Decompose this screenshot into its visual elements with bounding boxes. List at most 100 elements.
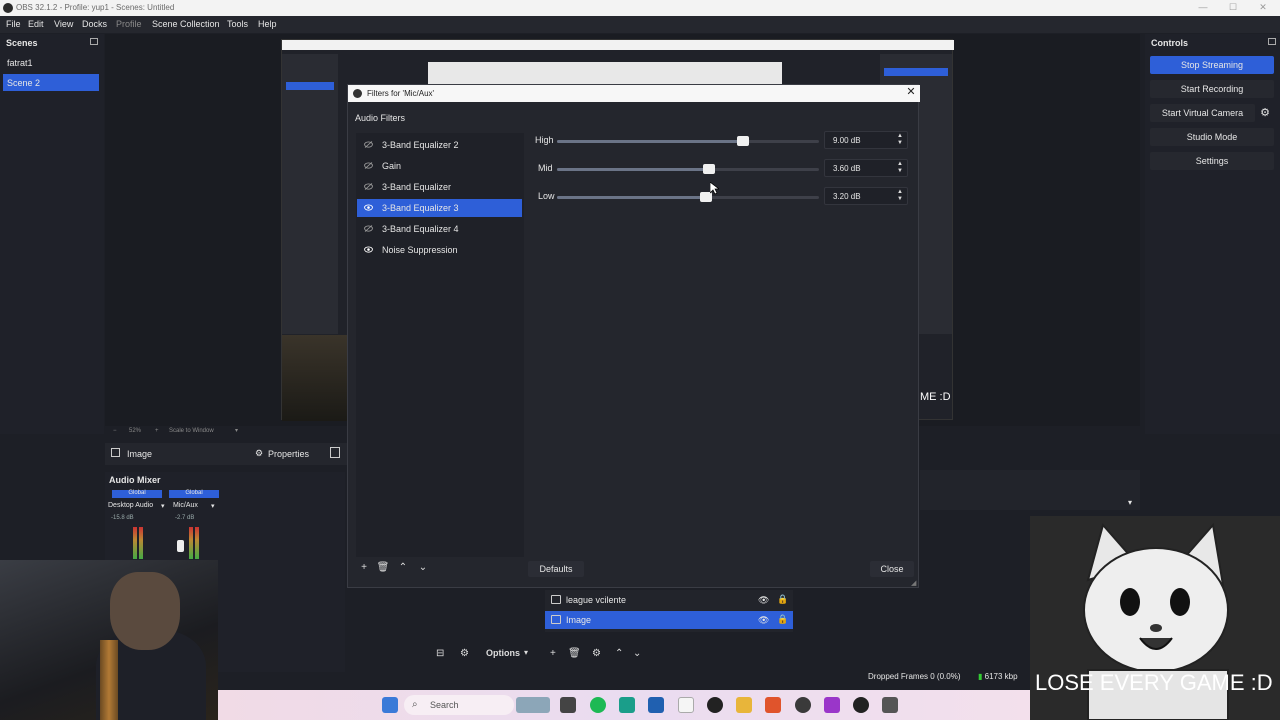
desktop-audio-label[interactable]: Desktop Audio bbox=[108, 502, 153, 509]
sources-toolbar: ⊟ ⚙ Options ▾ + 🗑 ⚙ ⌃ ⌄ bbox=[420, 645, 800, 663]
filter-item[interactable]: 3-Band Equalizer 4 bbox=[357, 220, 522, 238]
zoom-bar: − 52% + Scale to Window ▾ bbox=[105, 426, 345, 438]
windows-start-icon[interactable] bbox=[382, 697, 398, 713]
eye-icon[interactable] bbox=[364, 246, 373, 253]
eye-icon[interactable] bbox=[364, 204, 373, 211]
chevron-down-icon[interactable]: ▾ bbox=[524, 648, 528, 657]
spin-arrows-icon[interactable]: ▲ ▼ bbox=[896, 133, 904, 147]
webcam-can bbox=[100, 640, 118, 720]
scene-item[interactable]: fatrat1 bbox=[3, 54, 99, 71]
add-filter-icon[interactable]: + bbox=[356, 562, 372, 576]
properties-button[interactable]: Properties bbox=[268, 449, 309, 459]
defaults-button[interactable]: Defaults bbox=[528, 561, 584, 577]
filter-item-selected[interactable]: 3-Band Equalizer 3 bbox=[357, 199, 522, 217]
gear-icon[interactable]: ⚙ bbox=[460, 648, 469, 659]
filter-item[interactable]: 3-Band Equalizer bbox=[357, 178, 522, 196]
obs-taskbar-icon[interactable] bbox=[853, 697, 869, 713]
zoom-in-icon[interactable]: + bbox=[155, 428, 159, 434]
minimize-icon[interactable]: — bbox=[1188, 2, 1218, 14]
slider-thumb[interactable] bbox=[737, 136, 749, 146]
filter-item[interactable]: 3-Band Equalizer 2 bbox=[357, 136, 522, 154]
menu-scene-collection[interactable]: Scene Collection bbox=[152, 19, 220, 29]
mixer-tab-global[interactable]: Global bbox=[112, 490, 162, 498]
close-window-icon[interactable]: ✕ bbox=[1248, 2, 1278, 14]
low-slider-track[interactable] bbox=[557, 192, 819, 202]
brave-icon[interactable] bbox=[765, 697, 781, 713]
studio-mode-button[interactable]: Studio Mode bbox=[1150, 128, 1274, 146]
start-recording-button[interactable]: Start Recording bbox=[1150, 80, 1274, 98]
file-icon[interactable] bbox=[678, 697, 694, 713]
dock-float-icon[interactable] bbox=[90, 38, 98, 45]
move-down-icon[interactable]: ⌄ bbox=[415, 562, 431, 576]
settings-button[interactable]: Settings bbox=[1150, 152, 1274, 170]
chevron-down-icon[interactable]: ▾ bbox=[161, 502, 165, 510]
mid-slider-track[interactable] bbox=[557, 164, 819, 174]
start-virtual-camera-button[interactable]: Start Virtual Camera bbox=[1150, 104, 1255, 122]
virtual-camera-gear-icon[interactable]: ⚙ bbox=[1256, 106, 1274, 122]
filters-icon[interactable] bbox=[330, 447, 340, 458]
menu-tools[interactable]: Tools bbox=[227, 19, 248, 29]
task-view-icon[interactable] bbox=[560, 697, 576, 713]
visibility-eye-icon[interactable]: 👁 bbox=[758, 615, 769, 626]
options-button[interactable]: Options bbox=[486, 648, 520, 658]
app-icon[interactable] bbox=[795, 697, 811, 713]
chevron-down-icon[interactable]: ▾ bbox=[235, 427, 238, 434]
app-icon[interactable] bbox=[619, 697, 635, 713]
resize-grip-icon[interactable]: ◢ bbox=[911, 579, 916, 587]
mixer-tab-global[interactable]: Global bbox=[169, 490, 219, 498]
dock-float-icon[interactable] bbox=[1268, 38, 1276, 45]
hidden-eye-icon[interactable] bbox=[364, 225, 373, 232]
remove-filter-icon[interactable]: 🗑 bbox=[375, 562, 391, 576]
chevron-down-icon[interactable]: ▾ bbox=[1128, 498, 1132, 507]
menu-view[interactable]: View bbox=[54, 19, 73, 29]
menu-file[interactable]: File bbox=[6, 19, 21, 29]
hidden-eye-icon[interactable] bbox=[364, 183, 373, 190]
mic-aux-label[interactable]: Mic/Aux bbox=[173, 502, 198, 509]
zoom-out-icon[interactable]: − bbox=[113, 428, 117, 434]
low-db-input[interactable]: 3.20 dB ▲ ▼ bbox=[824, 187, 908, 205]
app-icon[interactable] bbox=[824, 697, 840, 713]
slider-fill bbox=[557, 140, 743, 143]
folder-icon[interactable] bbox=[736, 697, 752, 713]
menu-profile[interactable]: Profile bbox=[116, 19, 142, 29]
scene-item-selected[interactable]: Scene 2 bbox=[3, 74, 99, 91]
chevron-down-icon[interactable]: ▾ bbox=[211, 502, 215, 510]
high-db-input[interactable]: 9.00 dB ▲ ▼ bbox=[824, 131, 908, 149]
mid-db-input[interactable]: 3.60 dB ▲ ▼ bbox=[824, 159, 908, 177]
weather-widget-icon[interactable] bbox=[516, 697, 550, 713]
filter-item[interactable]: Gain bbox=[357, 157, 522, 175]
menu-help[interactable]: Help bbox=[258, 19, 277, 29]
filter-icon[interactable]: ⊟ bbox=[436, 648, 444, 659]
lock-icon[interactable]: 🔒 bbox=[777, 614, 788, 625]
close-button[interactable]: Close bbox=[870, 561, 914, 577]
slider-thumb[interactable] bbox=[703, 164, 715, 174]
spotify-icon[interactable] bbox=[590, 697, 606, 713]
move-up-icon[interactable]: ⌃ bbox=[615, 648, 623, 659]
spin-arrows-icon[interactable]: ▲ ▼ bbox=[896, 161, 904, 175]
stop-streaming-button[interactable]: Stop Streaming bbox=[1150, 56, 1274, 74]
hidden-eye-icon[interactable] bbox=[364, 141, 373, 148]
spin-arrows-icon[interactable]: ▲ ▼ bbox=[896, 189, 904, 203]
visibility-eye-icon[interactable]: 👁 bbox=[758, 595, 769, 606]
source-item-selected[interactable]: Image 👁 🔒 bbox=[545, 611, 793, 629]
app-icon[interactable] bbox=[648, 697, 664, 713]
lock-icon[interactable]: 🔒 bbox=[777, 594, 788, 605]
move-down-icon[interactable]: ⌄ bbox=[633, 648, 641, 659]
scale-to-window[interactable]: Scale to Window bbox=[169, 428, 214, 434]
close-icon[interactable]: ✕ bbox=[905, 87, 917, 99]
app-icon[interactable] bbox=[707, 697, 723, 713]
delete-source-icon[interactable]: 🗑 bbox=[568, 648, 581, 659]
maximize-icon[interactable]: ☐ bbox=[1218, 2, 1248, 14]
menu-docks[interactable]: Docks bbox=[82, 19, 107, 29]
source-item[interactable]: league vcilente 👁 🔒 bbox=[545, 591, 793, 609]
high-slider-track[interactable] bbox=[557, 136, 819, 146]
hidden-eye-icon[interactable] bbox=[364, 162, 373, 169]
source-properties-gear-icon[interactable]: ⚙ bbox=[592, 648, 601, 659]
filter-item[interactable]: Noise Suppression bbox=[357, 241, 522, 259]
app-icon[interactable] bbox=[882, 697, 898, 713]
add-source-icon[interactable]: + bbox=[550, 648, 556, 659]
menu-edit[interactable]: Edit bbox=[28, 19, 44, 29]
volume-fader[interactable] bbox=[177, 540, 184, 552]
taskbar-search[interactable]: ⌕ Search bbox=[404, 695, 514, 715]
move-up-icon[interactable]: ⌃ bbox=[395, 562, 411, 576]
